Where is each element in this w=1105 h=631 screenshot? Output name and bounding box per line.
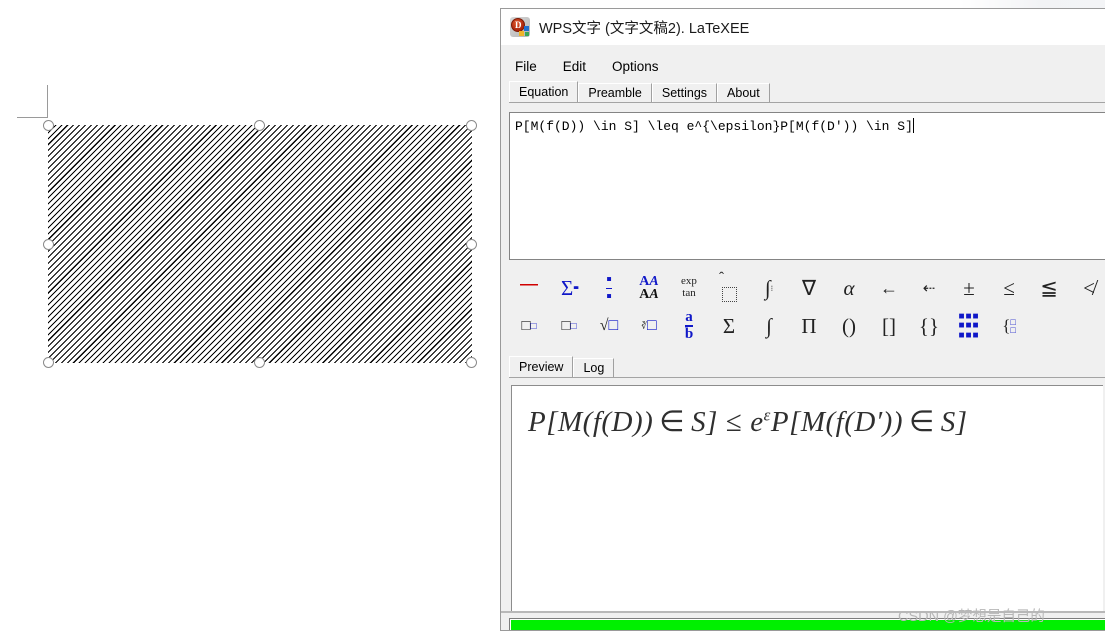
integral-limits-symbol[interactable]: ∫ ⁝ bbox=[749, 271, 789, 305]
watermark-text: CSDN @梦想是自己的 bbox=[898, 609, 1045, 625]
font-style-symbol[interactable]: AA AA bbox=[629, 271, 669, 305]
resize-handle-bottom-center[interactable] bbox=[254, 357, 265, 368]
symbol-row-2: □ □ □ □ √ □ ∛ □ ab Σ ∫ Π () [] {} ■■■ ■■■ ■■■ … bbox=[509, 309, 1029, 343]
equation-part-e: e bbox=[750, 406, 764, 438]
dialog-title: WPS文字 (文字文稿2). LaTeXEE bbox=[539, 20, 750, 37]
tab-log[interactable]: Log bbox=[573, 358, 615, 378]
nabla-symbol[interactable]: ∇ bbox=[789, 271, 829, 305]
fraction-symbol[interactable]: ab bbox=[669, 309, 709, 343]
superscript-symbol[interactable]: □ □ bbox=[509, 309, 549, 343]
symbol-row-1: ⎻ Σ▪▪ ▪▪ AAAA exptan ̂ ∫⁝ ∇ α ← ⇠ bbox=[509, 271, 1105, 305]
latex-source-editor[interactable]: P[M(f(D)) \in S] \leq e^{\epsilon}P[M(f(… bbox=[509, 112, 1105, 260]
tab-settings[interactable]: Settings bbox=[651, 83, 718, 103]
symbol-toolbar: ⎻ Σ▪▪ ▪▪ AAAA exptan ̂ ∫⁝ ∇ α ← ⇠ bbox=[509, 267, 1105, 352]
resize-handle-middle-left[interactable] bbox=[43, 239, 54, 250]
math-functions-symbol[interactable]: exp tan bbox=[669, 271, 709, 305]
tabstrip-underline bbox=[509, 102, 1105, 103]
plus-minus-symbol[interactable]: ± bbox=[949, 271, 989, 305]
resize-handle-top-left[interactable] bbox=[43, 120, 54, 131]
text-caret bbox=[912, 118, 914, 133]
resize-handle-top-right[interactable] bbox=[466, 120, 477, 131]
dashed-left-arrow-symbol[interactable]: ⇠ bbox=[909, 271, 949, 305]
equation-part-s2: S] bbox=[940, 406, 968, 438]
wps-app-icon: D bbox=[510, 17, 530, 37]
nth-root-symbol[interactable]: ∛ □ bbox=[629, 309, 669, 343]
equation-part-in1: ∈ bbox=[659, 406, 686, 438]
menu-item-edit[interactable]: Edit bbox=[561, 58, 588, 75]
equation-part-in2: ∈ bbox=[909, 406, 935, 438]
fraction-stack-symbol[interactable]: ▪ ▪ bbox=[589, 271, 629, 305]
tab-preamble[interactable]: Preamble bbox=[578, 83, 652, 103]
left-arrow-symbol[interactable]: ← bbox=[869, 271, 909, 305]
not-less-symbol[interactable]: ≮ bbox=[1069, 271, 1105, 305]
equation-part-p2: P[M(f(D′)) bbox=[770, 406, 903, 438]
less-full-equal-symbol[interactable]: ≦ bbox=[1029, 271, 1069, 305]
integral-symbol[interactable]: ∫ bbox=[749, 309, 789, 343]
brackets-symbol[interactable]: [] bbox=[869, 309, 909, 343]
page-margin-mark-horizontal bbox=[17, 117, 48, 118]
preview-tabstrip: Preview Log bbox=[509, 356, 1105, 378]
selected-image-placeholder[interactable] bbox=[48, 125, 472, 363]
latex-source-text-wrapper: P[M(f(D)) \in S] \leq e^{\epsilon}P[M(f(… bbox=[515, 118, 914, 134]
menu-item-file[interactable]: File bbox=[513, 58, 539, 75]
space-symbol[interactable]: ⎻ bbox=[509, 271, 549, 305]
square-root-symbol[interactable]: √ □ bbox=[589, 309, 629, 343]
screen-root: D WPS文字 (文字文稿2). LaTeXEE · File Edit Opt… bbox=[0, 0, 1105, 631]
latexee-dialog: D WPS文字 (文字文稿2). LaTeXEE · File Edit Opt… bbox=[500, 8, 1105, 631]
dialog-titlebar[interactable]: D WPS文字 (文字文稿2). LaTeXEE · bbox=[501, 9, 1105, 45]
latex-source-text: P[M(f(D)) \in S] \leq e^{\epsilon}P[M(f(… bbox=[515, 119, 913, 134]
tab-about[interactable]: About bbox=[717, 83, 770, 103]
tab-preview[interactable]: Preview bbox=[509, 356, 574, 378]
resize-handle-middle-right[interactable] bbox=[466, 239, 477, 250]
greek-alpha-symbol[interactable]: α bbox=[829, 271, 869, 305]
big-operator-limits-symbol[interactable]: Σ ▪▪ bbox=[549, 271, 589, 305]
equation-part-epsilon: ε bbox=[763, 405, 771, 425]
equation-part-s1: S] bbox=[691, 406, 718, 438]
product-symbol[interactable]: Π bbox=[789, 309, 829, 343]
less-equal-symbol[interactable]: ≤ bbox=[989, 271, 1029, 305]
rendered-equation: P[M(f(D)) ∈ S] ≤ eεP[M(f(D′)) ∈ S] bbox=[528, 404, 968, 439]
matrix-symbol[interactable]: ■■■ ■■■ ■■■ bbox=[949, 309, 989, 343]
equation-part-leq: ≤ bbox=[725, 406, 743, 438]
equation-preview-pane[interactable]: P[M(f(D)) ∈ S] ≤ eεP[M(f(D′)) ∈ S] bbox=[511, 385, 1103, 613]
menu-item-options[interactable]: Options bbox=[610, 58, 661, 75]
main-tabstrip: Equation Preamble Settings About bbox=[509, 81, 1105, 103]
summation-symbol[interactable]: Σ bbox=[709, 309, 749, 343]
subscript-symbol[interactable]: □ □ bbox=[549, 309, 589, 343]
accent-hat-symbol[interactable]: ̂ bbox=[709, 271, 749, 305]
cases-symbol[interactable]: {□ □ bbox=[989, 309, 1029, 343]
braces-symbol[interactable]: {} bbox=[909, 309, 949, 343]
parentheses-symbol[interactable]: () bbox=[829, 309, 869, 343]
preview-tabstrip-underline bbox=[509, 377, 1105, 378]
equation-part-p1: P[M(f(D)) bbox=[528, 406, 654, 438]
resize-handle-top-center[interactable] bbox=[254, 120, 265, 131]
resize-handle-bottom-right[interactable] bbox=[466, 357, 477, 368]
dialog-menubar: File Edit Options bbox=[501, 54, 1105, 78]
resize-handle-bottom-left[interactable] bbox=[43, 357, 54, 368]
tab-equation[interactable]: Equation bbox=[509, 81, 579, 103]
page-margin-mark-vertical bbox=[47, 85, 48, 118]
